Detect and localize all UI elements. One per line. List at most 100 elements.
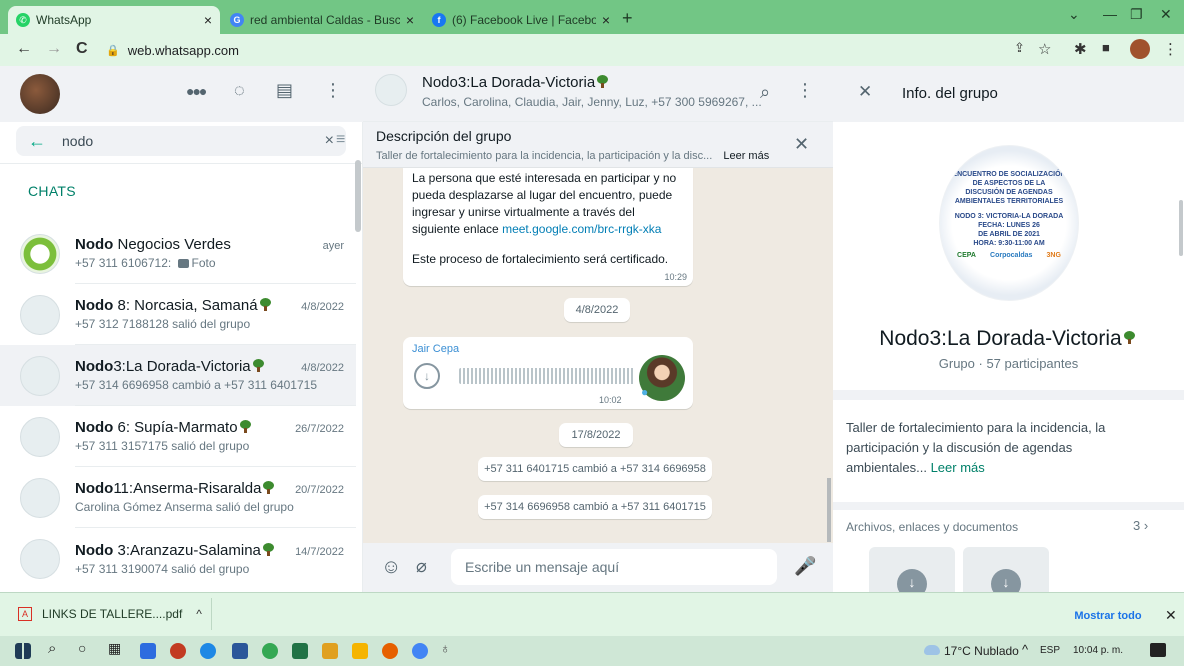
cloud-weather-icon [924, 645, 940, 655]
status-icon[interactable]: ◌ [234, 80, 245, 101]
share-icon[interactable]: ⇪ [1014, 40, 1025, 56]
chat-item[interactable]: Nodo Negocios Verdes ayer +57 311 6106712… [0, 223, 356, 284]
clock[interactable]: 10:04 p. m. [1073, 645, 1123, 656]
close-info-icon[interactable]: ✕ [858, 82, 872, 102]
meet-link[interactable]: meet.google.com/brc-rrgk-xka [502, 222, 661, 236]
extensions-icon[interactable]: ✱ [1074, 40, 1087, 58]
search-icon[interactable]: ⌕ [48, 640, 56, 657]
media-thumbnail[interactable]: ↓ [963, 547, 1049, 599]
emoji-icon[interactable]: ☺ [381, 556, 401, 579]
tab-search-icon[interactable]: ⌄ [1068, 6, 1080, 23]
info-read-more[interactable]: Leer más [931, 460, 985, 475]
chat-item[interactable]: Nodo 6: Supía-Marmato 26/7/2022 +57 311 3… [0, 406, 356, 467]
group-photo[interactable]: ENCUENTRO DE SOCIALIZACIÓN DE ASPECTOS D… [939, 145, 1079, 301]
close-download-bar-icon[interactable]: ✕ [1165, 607, 1177, 624]
office-app-icon[interactable] [170, 643, 186, 659]
download-item[interactable]: A LINKS DE TALLERE....pdf ^ [8, 598, 212, 630]
my-profile-avatar[interactable] [20, 74, 60, 114]
gallery-app-icon[interactable] [322, 643, 338, 659]
chat-date: 4/8/2022 [301, 301, 344, 313]
minimize-icon[interactable]: — [1103, 6, 1117, 22]
download-options-icon[interactable]: ^ [196, 607, 202, 621]
search-input[interactable]: nodo [62, 133, 325, 149]
reload-icon[interactable]: C [76, 40, 88, 58]
files-count[interactable]: 3 › [1133, 518, 1148, 533]
close-tab-icon[interactable]: × [204, 12, 212, 28]
chat-avatar [20, 416, 60, 457]
restore-icon[interactable]: ❐ [1130, 6, 1143, 23]
url-bar[interactable]: 🔒 web.whatsapp.com [106, 38, 1010, 62]
search-bar[interactable]: ← nodo × [16, 126, 346, 156]
chat-avatar [20, 538, 60, 579]
poster-line: HORA: 9:30-11:00 AM [973, 240, 1045, 247]
date-chip: 17/8/2022 [559, 423, 633, 447]
forward-icon[interactable]: → [46, 40, 62, 58]
chrome-app-icon[interactable] [262, 643, 278, 659]
tree-emoji-icon [596, 75, 609, 88]
audio-waveform[interactable] [459, 368, 635, 384]
chat-list-scrollbar[interactable] [355, 160, 361, 232]
filter-icon[interactable]: ≡ [336, 131, 345, 149]
chat-name: Nodo Negocios Verdes [75, 236, 231, 253]
description-read-more[interactable]: Leer más [723, 150, 769, 162]
edge-app-icon[interactable] [200, 643, 216, 659]
cortana-icon[interactable]: ○ [78, 640, 86, 656]
clear-search-icon[interactable]: × [325, 132, 334, 150]
message-bubble: La persona que esté interesada en partic… [403, 168, 693, 286]
task-view-icon[interactable]: ▦ [108, 640, 121, 657]
chat-preview: +57 311 6106712: Foto [75, 256, 216, 270]
chrome-profile-app-icon[interactable] [412, 643, 428, 659]
info-title: Info. del grupo [902, 85, 998, 102]
tab-facebook[interactable]: f (6) Facebook Live | Facebook × [424, 6, 618, 34]
tab-whatsapp[interactable]: ✆ WhatsApp × [8, 6, 220, 34]
show-all-downloads-button[interactable]: Mostrar todo [1068, 603, 1148, 629]
close-tab-icon[interactable]: × [406, 12, 414, 28]
mail-app-icon[interactable] [140, 643, 156, 659]
conversation-menu-icon[interactable]: ⋮ [796, 80, 814, 101]
bookmark-star-icon[interactable]: ☆ [1038, 40, 1051, 58]
weather-text[interactable]: 17°C Nublado [944, 644, 1019, 658]
new-tab-button[interactable]: + [622, 8, 633, 29]
back-icon[interactable]: ← [16, 40, 32, 58]
info-scrollbar[interactable] [1179, 200, 1183, 256]
media-thumbnail[interactable]: ↓ [869, 547, 955, 599]
menu-icon[interactable]: ⋮ [324, 80, 342, 101]
new-chat-icon[interactable]: ▤ [276, 80, 293, 101]
chat-item[interactable]: Nodo 8: Norcasia, Samaná 4/8/2022 +57 312… [0, 284, 356, 345]
browser-menu-icon[interactable]: ⋮ [1163, 40, 1178, 58]
conversation-scrollbar[interactable] [827, 478, 831, 542]
language-indicator[interactable]: ESP [1040, 645, 1060, 656]
chat-item-selected[interactable]: Nodo3:La Dorada-Victoria 4/8/2022 +57 314… [0, 345, 356, 406]
message-input[interactable]: Escribe un mensaje aquí [451, 549, 777, 585]
explorer-app-icon[interactable] [352, 643, 368, 659]
close-description-icon[interactable]: ✕ [794, 134, 809, 155]
close-window-icon[interactable]: ✕ [1160, 6, 1172, 23]
microphone-record-icon[interactable]: 🎤 [794, 556, 816, 577]
download-file-name: LINKS DE TALLERE....pdf [42, 607, 183, 621]
tab-google-search[interactable]: G red ambiental Caldas - Buscar co × [222, 6, 422, 34]
close-tab-icon[interactable]: × [602, 12, 610, 28]
search-back-icon[interactable]: ← [28, 131, 46, 152]
camera-icon [177, 259, 189, 268]
chat-item[interactable]: Nodo11:Anserma-Risaralda 20/7/2022 Caroli… [0, 467, 356, 528]
side-panel-icon[interactable]: ■ [1102, 40, 1110, 55]
download-audio-icon[interactable]: ↓ [414, 363, 440, 389]
group-avatar[interactable] [375, 74, 407, 106]
chat-item[interactable]: Nodo 3:Aranzazu-Salamina 14/7/2022 +57 31… [0, 528, 356, 589]
conversation-title[interactable]: Nodo3:La Dorada-Victoria [422, 74, 609, 91]
search-messages-icon[interactable]: ⌕ [760, 82, 770, 103]
firefox-app-icon[interactable] [382, 643, 398, 659]
word-app-icon[interactable] [232, 643, 248, 659]
profile-avatar[interactable] [1130, 39, 1150, 59]
3ng-logo: 3NG [1046, 252, 1061, 259]
communities-icon[interactable]: ●●● [186, 83, 207, 99]
tree-emoji-icon [1123, 331, 1138, 346]
excel-app-icon[interactable] [292, 643, 308, 659]
windows-start-icon[interactable] [15, 643, 31, 659]
other-app-icon[interactable]: ♁ [440, 640, 451, 656]
message-line: ingresar y unirse virtualmente a través … [412, 205, 635, 219]
attach-icon[interactable]: ⌀ [416, 556, 427, 577]
notifications-icon[interactable] [1150, 643, 1166, 657]
poster-line: DISCUSIÓN DE AGENDAS [965, 189, 1053, 196]
tray-chevron-icon[interactable]: ^ [1022, 642, 1028, 657]
